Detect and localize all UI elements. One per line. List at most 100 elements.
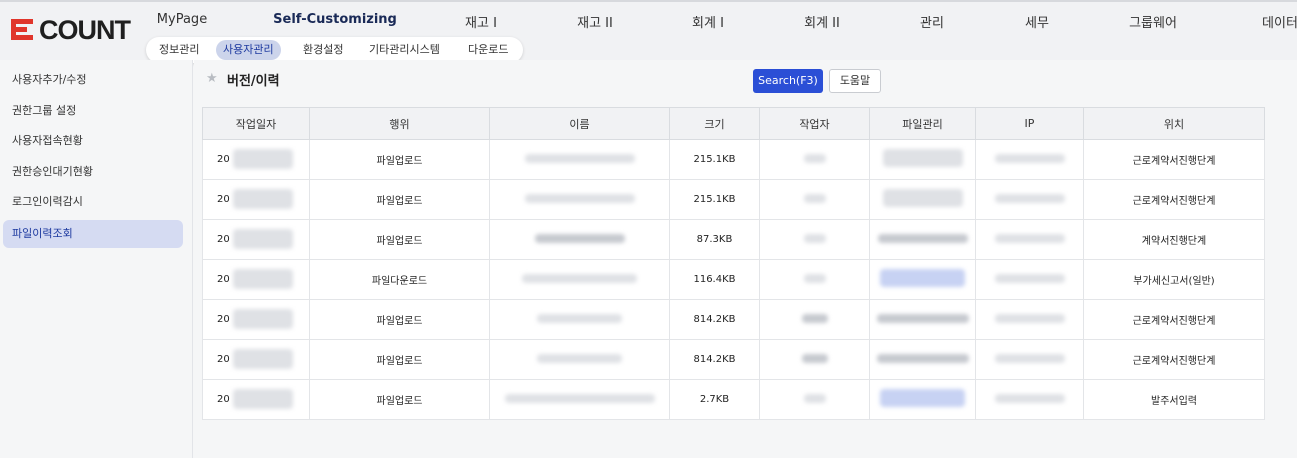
subnav-download[interactable]: 다운로드: [461, 40, 515, 60]
cell-name-redacted[interactable]: [489, 179, 670, 220]
sidebar-item-file-history[interactable]: 파일이력조회: [3, 220, 183, 248]
nav-self-customizing[interactable]: Self-Customizing: [273, 12, 397, 27]
table-row[interactable]: 20 파일업로드 2.7KB 발주서입력: [202, 379, 1265, 420]
cell-worker-redacted: [759, 139, 870, 180]
nav-accounting-1[interactable]: 회계 I: [692, 12, 724, 31]
cell-action: 파일다운로드: [309, 259, 490, 300]
cell-file-link-redacted[interactable]: [869, 379, 976, 420]
main-nav: MyPage Self-Customizing 재고 I 재고 II 회계 I …: [0, 12, 1297, 32]
file-history-table: 작업일자 행위 이름 크기 작업자 파일관리 IP 위치 20 파일업로드 21…: [202, 107, 1265, 420]
cell-name-redacted[interactable]: [489, 339, 670, 380]
cell-location: 부가세신고서(일반): [1083, 259, 1265, 300]
sidebar-item-permission-group[interactable]: 권한그룹 설정: [3, 97, 183, 125]
sidebar-item-login-history[interactable]: 로그인이력감시: [3, 188, 183, 216]
cell-worker-redacted: [759, 219, 870, 260]
subnav-info-management[interactable]: 정보관리: [152, 40, 206, 60]
cell-action: 파일업로드: [309, 179, 490, 220]
main-content: ★ 버전/이력 Search(F3) 도움말 작업일자 행위 이름 크기 작업자…: [194, 60, 1297, 458]
cell-location: 근로계약서진행단계: [1083, 339, 1265, 380]
cell-name-redacted[interactable]: [489, 299, 670, 340]
cell-location: 근로계약서진행단계: [1083, 299, 1265, 340]
cell-ip-redacted: [975, 259, 1084, 300]
cell-size: 215.1KB: [669, 179, 760, 220]
table-header-row: 작업일자 행위 이름 크기 작업자 파일관리 IP 위치: [202, 107, 1265, 140]
cell-date: 20: [202, 339, 310, 380]
nav-inventory-2[interactable]: 재고 II: [577, 12, 613, 31]
cell-date: 20: [202, 139, 310, 180]
table-row[interactable]: 20 파일다운로드 116.4KB 부가세신고서(일반): [202, 259, 1265, 300]
cell-file-link-redacted[interactable]: [869, 339, 976, 380]
cell-action: 파일업로드: [309, 379, 490, 420]
cell-ip-redacted: [975, 219, 1084, 260]
star-icon[interactable]: ★: [206, 71, 218, 86]
cell-action: 파일업로드: [309, 339, 490, 380]
column-header-action[interactable]: 행위: [309, 107, 490, 140]
cell-date: 20: [202, 299, 310, 340]
column-header-ip[interactable]: IP: [975, 107, 1084, 140]
cell-size: 2.7KB: [669, 379, 760, 420]
cell-name-redacted[interactable]: [489, 379, 670, 420]
cell-ip-redacted: [975, 139, 1084, 180]
cell-file-link-redacted[interactable]: [869, 179, 976, 220]
top-header: COUNT MyPage Self-Customizing 재고 I 재고 II…: [0, 0, 1297, 63]
cell-name-redacted[interactable]: [489, 219, 670, 260]
search-button[interactable]: Search(F3): [753, 69, 823, 93]
cell-action: 파일업로드: [309, 139, 490, 180]
cell-size: 814.2KB: [669, 339, 760, 380]
sidebar: 사용자추가/수정 권한그룹 설정 사용자접속현황 권한승인대기현황 로그인이력감…: [0, 60, 193, 458]
cell-date: 20: [202, 219, 310, 260]
cell-date: 20: [202, 259, 310, 300]
nav-data[interactable]: 데이터: [1262, 12, 1297, 31]
column-header-location[interactable]: 위치: [1083, 107, 1265, 140]
cell-date: 20: [202, 379, 310, 420]
cell-file-link-redacted[interactable]: [869, 219, 976, 260]
cell-location: 계약서진행단계: [1083, 219, 1265, 260]
subnav-settings[interactable]: 환경설정: [296, 40, 350, 60]
table-row[interactable]: 20 파일업로드 814.2KB 근로계약서진행단계: [202, 339, 1265, 380]
cell-file-link-redacted[interactable]: [869, 259, 976, 300]
cell-worker-redacted: [759, 379, 870, 420]
help-button[interactable]: 도움말: [829, 69, 881, 93]
cell-name-redacted[interactable]: [489, 259, 670, 300]
column-header-file-management[interactable]: 파일관리: [869, 107, 976, 140]
cell-name-redacted[interactable]: [489, 139, 670, 180]
cell-worker-redacted: [759, 179, 870, 220]
nav-groupware[interactable]: 그룹웨어: [1129, 12, 1177, 31]
column-header-date[interactable]: 작업일자: [202, 107, 310, 140]
column-header-worker[interactable]: 작업자: [759, 107, 870, 140]
cell-location: 근로계약서진행단계: [1083, 139, 1265, 180]
sidebar-item-approval-pending[interactable]: 권한승인대기현황: [3, 158, 183, 186]
cell-ip-redacted: [975, 339, 1084, 380]
table-row[interactable]: 20 파일업로드 215.1KB 근로계약서진행단계: [202, 179, 1265, 220]
cell-worker-redacted: [759, 339, 870, 380]
cell-ip-redacted: [975, 179, 1084, 220]
column-header-size[interactable]: 크기: [669, 107, 760, 140]
table-row[interactable]: 20 파일업로드 215.1KB 근로계약서진행단계: [202, 139, 1265, 180]
table-row[interactable]: 20 파일업로드 814.2KB 근로계약서진행단계: [202, 299, 1265, 340]
cell-worker-redacted: [759, 299, 870, 340]
cell-action: 파일업로드: [309, 219, 490, 260]
cell-date: 20: [202, 179, 310, 220]
table-row[interactable]: 20 파일업로드 87.3KB 계약서진행단계: [202, 219, 1265, 260]
nav-mypage[interactable]: MyPage: [157, 12, 207, 27]
subnav-user-management[interactable]: 사용자관리: [216, 40, 281, 60]
nav-management[interactable]: 관리: [920, 12, 944, 31]
column-header-name[interactable]: 이름: [489, 107, 670, 140]
cell-ip-redacted: [975, 299, 1084, 340]
cell-location: 발주서입력: [1083, 379, 1265, 420]
nav-accounting-2[interactable]: 회계 II: [804, 12, 840, 31]
cell-ip-redacted: [975, 379, 1084, 420]
cell-size: 215.1KB: [669, 139, 760, 180]
cell-size: 814.2KB: [669, 299, 760, 340]
cell-size: 87.3KB: [669, 219, 760, 260]
subnav-other-systems[interactable]: 기타관리시스템: [362, 40, 447, 60]
sidebar-item-user-access[interactable]: 사용자접속현황: [3, 127, 183, 155]
cell-file-link-redacted[interactable]: [869, 139, 976, 180]
page-title: 버전/이력: [227, 74, 280, 89]
cell-location: 근로계약서진행단계: [1083, 179, 1265, 220]
nav-tax[interactable]: 세무: [1025, 12, 1049, 31]
cell-file-link-redacted[interactable]: [869, 299, 976, 340]
sidebar-item-add-user[interactable]: 사용자추가/수정: [3, 66, 183, 94]
nav-inventory-1[interactable]: 재고 I: [465, 12, 497, 31]
cell-action: 파일업로드: [309, 299, 490, 340]
